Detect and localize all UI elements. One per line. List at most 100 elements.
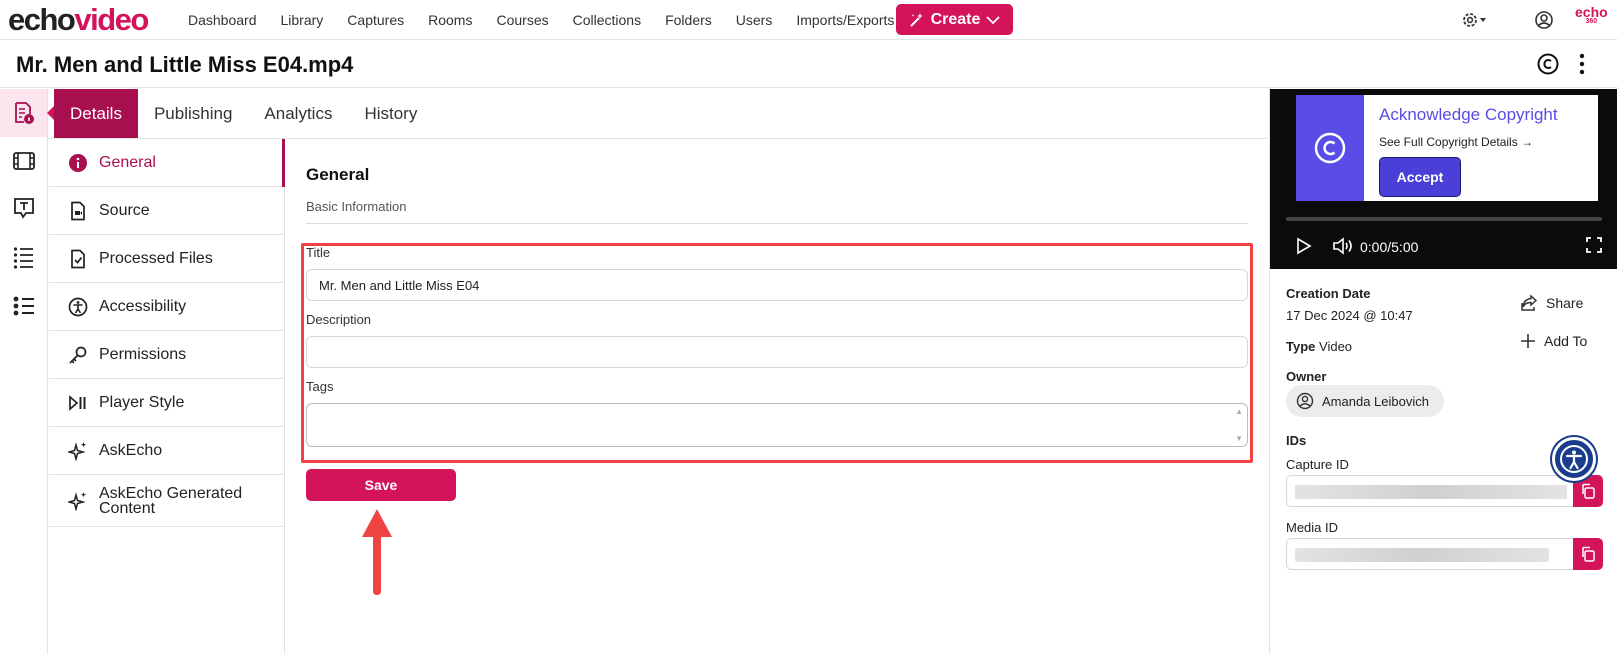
sidenav-item-player-style[interactable]: Player Style xyxy=(49,379,284,427)
creation-date-label: Creation Date xyxy=(1286,286,1371,301)
main-nav: Dashboard Library Captures Rooms Courses… xyxy=(188,0,918,40)
copyright-details-link[interactable]: See Full Copyright Details → xyxy=(1379,135,1533,149)
tags-label: Tags xyxy=(306,379,334,394)
add-to-button[interactable]: Add To xyxy=(1520,333,1587,349)
fullscreen-button[interactable] xyxy=(1586,237,1602,258)
more-options-button[interactable] xyxy=(1576,52,1588,81)
sidenav-item-permissions[interactable]: Permissions xyxy=(49,331,284,379)
magic-wand-icon xyxy=(909,12,923,27)
sidenav-item-processed-files[interactable]: Processed Files xyxy=(49,235,284,283)
nav-library[interactable]: Library xyxy=(281,12,324,28)
rail-details-button[interactable] xyxy=(12,101,36,125)
sidenav-item-source[interactable]: Source xyxy=(49,187,284,235)
type-row: Type Video xyxy=(1286,339,1352,354)
create-label: Create xyxy=(930,10,981,28)
nav-imports-exports[interactable]: Imports/Exports xyxy=(796,12,894,28)
redacted-value xyxy=(1295,485,1567,499)
tab-details[interactable]: Details xyxy=(54,89,138,138)
copyright-icon xyxy=(1537,53,1559,75)
page-title: Mr. Men and Little Miss E04.mp4 xyxy=(16,52,354,77)
nav-collections[interactable]: Collections xyxy=(573,12,641,28)
document-info-icon xyxy=(15,102,34,124)
sidenav-item-accessibility[interactable]: Accessibility xyxy=(49,283,284,331)
copyright-icon-box xyxy=(1296,95,1364,201)
info-icon xyxy=(67,152,89,174)
nav-dashboard[interactable]: Dashboard xyxy=(188,12,257,28)
type-label: Type xyxy=(1286,339,1316,354)
kebab-menu-icon xyxy=(1579,53,1585,75)
sidenav-item-general[interactable]: General xyxy=(49,139,285,187)
ids-label: IDs xyxy=(1286,433,1307,448)
rail-tasks-button[interactable] xyxy=(12,294,36,318)
rail-media-button[interactable] xyxy=(12,149,36,173)
accept-button[interactable]: Accept xyxy=(1379,157,1461,197)
user-account-button[interactable] xyxy=(1534,10,1554,35)
section-divider xyxy=(306,223,1248,224)
scroll-up-arrow-icon[interactable]: ▲ xyxy=(1235,407,1243,416)
volume-button[interactable] xyxy=(1332,237,1354,260)
share-icon xyxy=(1521,294,1538,311)
copyright-title: Acknowledge Copyright xyxy=(1379,105,1558,124)
sidenav-item-label: Player Style xyxy=(99,393,185,411)
sidenav-item-label: Processed Files xyxy=(99,249,213,267)
redacted-value xyxy=(1295,548,1549,562)
copyright-button[interactable] xyxy=(1536,52,1560,81)
media-title-bar: Mr. Men and Little Miss E04.mp4 xyxy=(0,40,1617,88)
file-icon xyxy=(67,200,89,222)
play-icon xyxy=(1297,237,1312,255)
media-id-label: Media ID xyxy=(1286,520,1339,535)
save-button[interactable]: Save xyxy=(306,469,456,501)
tags-textarea[interactable]: ▲ ▼ xyxy=(306,403,1248,447)
accessibility-widget-button[interactable] xyxy=(1552,437,1596,481)
type-value: Video xyxy=(1319,339,1353,354)
echovideo-logo[interactable]: echovideo xyxy=(8,2,149,38)
capture-id-label: Capture ID xyxy=(1286,457,1349,472)
video-progress-bar[interactable] xyxy=(1286,217,1602,221)
capture-id-field[interactable] xyxy=(1286,475,1574,507)
nav-folders[interactable]: Folders xyxy=(665,12,712,28)
checklist-icon xyxy=(13,296,34,316)
play-pause-icon xyxy=(67,392,89,414)
tab-analytics[interactable]: Analytics xyxy=(248,89,348,138)
title-input[interactable]: Mr. Men and Little Miss E04 xyxy=(306,269,1248,301)
scroll-down-arrow-icon[interactable]: ▼ xyxy=(1235,434,1243,443)
arrow-right-icon: → xyxy=(1521,135,1534,149)
nav-captures[interactable]: Captures xyxy=(347,12,404,28)
create-button[interactable]: Create xyxy=(896,4,1013,35)
sparkle-icon xyxy=(67,490,89,512)
user-circle-icon xyxy=(1296,392,1314,410)
nav-courses[interactable]: Courses xyxy=(496,12,548,28)
nav-users[interactable]: Users xyxy=(736,12,773,28)
play-button[interactable] xyxy=(1296,237,1312,260)
text-box-icon xyxy=(14,198,34,219)
description-label: Description xyxy=(306,312,372,327)
user-circle-icon xyxy=(1535,11,1553,29)
rail-transcript-button[interactable] xyxy=(12,196,36,220)
settings-menu[interactable] xyxy=(1461,10,1489,35)
description-input[interactable] xyxy=(306,336,1248,368)
sidenav-item-askecho[interactable]: AskEcho xyxy=(49,427,284,475)
fullscreen-icon xyxy=(1586,237,1602,253)
copy-icon xyxy=(1582,546,1595,562)
tab-publishing[interactable]: Publishing xyxy=(138,89,248,138)
section-title: General xyxy=(306,165,370,184)
video-player[interactable]: Acknowledge Copyright See Full Copyright… xyxy=(1270,89,1617,269)
share-button[interactable]: Share xyxy=(1520,294,1583,312)
sidenav-item-label: Source xyxy=(99,201,150,219)
volume-icon xyxy=(1333,237,1352,255)
sidenav-item-askecho-generated-content[interactable]: AskEcho Generated Content xyxy=(49,475,284,527)
tab-history[interactable]: History xyxy=(348,89,433,138)
creation-date-value: 17 Dec 2024 @ 10:47 xyxy=(1286,308,1413,323)
media-id-field[interactable] xyxy=(1286,538,1574,570)
copy-icon xyxy=(1582,483,1595,499)
owner-chip[interactable]: Amanda Leibovich xyxy=(1286,385,1444,417)
rail-chapters-button[interactable] xyxy=(12,245,36,269)
annotation-arrow-icon xyxy=(362,509,392,595)
nav-rooms[interactable]: Rooms xyxy=(428,12,472,28)
copy-media-id-button[interactable] xyxy=(1573,538,1603,570)
detail-tabs: Details Publishing Analytics History xyxy=(54,89,433,138)
details-side-nav: General Source Processed Files Accessibi… xyxy=(49,139,285,654)
chevron-down-icon xyxy=(986,15,1001,24)
playback-time: 0:00/5:00 xyxy=(1360,239,1419,255)
section-subtitle: Basic Information xyxy=(306,199,407,214)
